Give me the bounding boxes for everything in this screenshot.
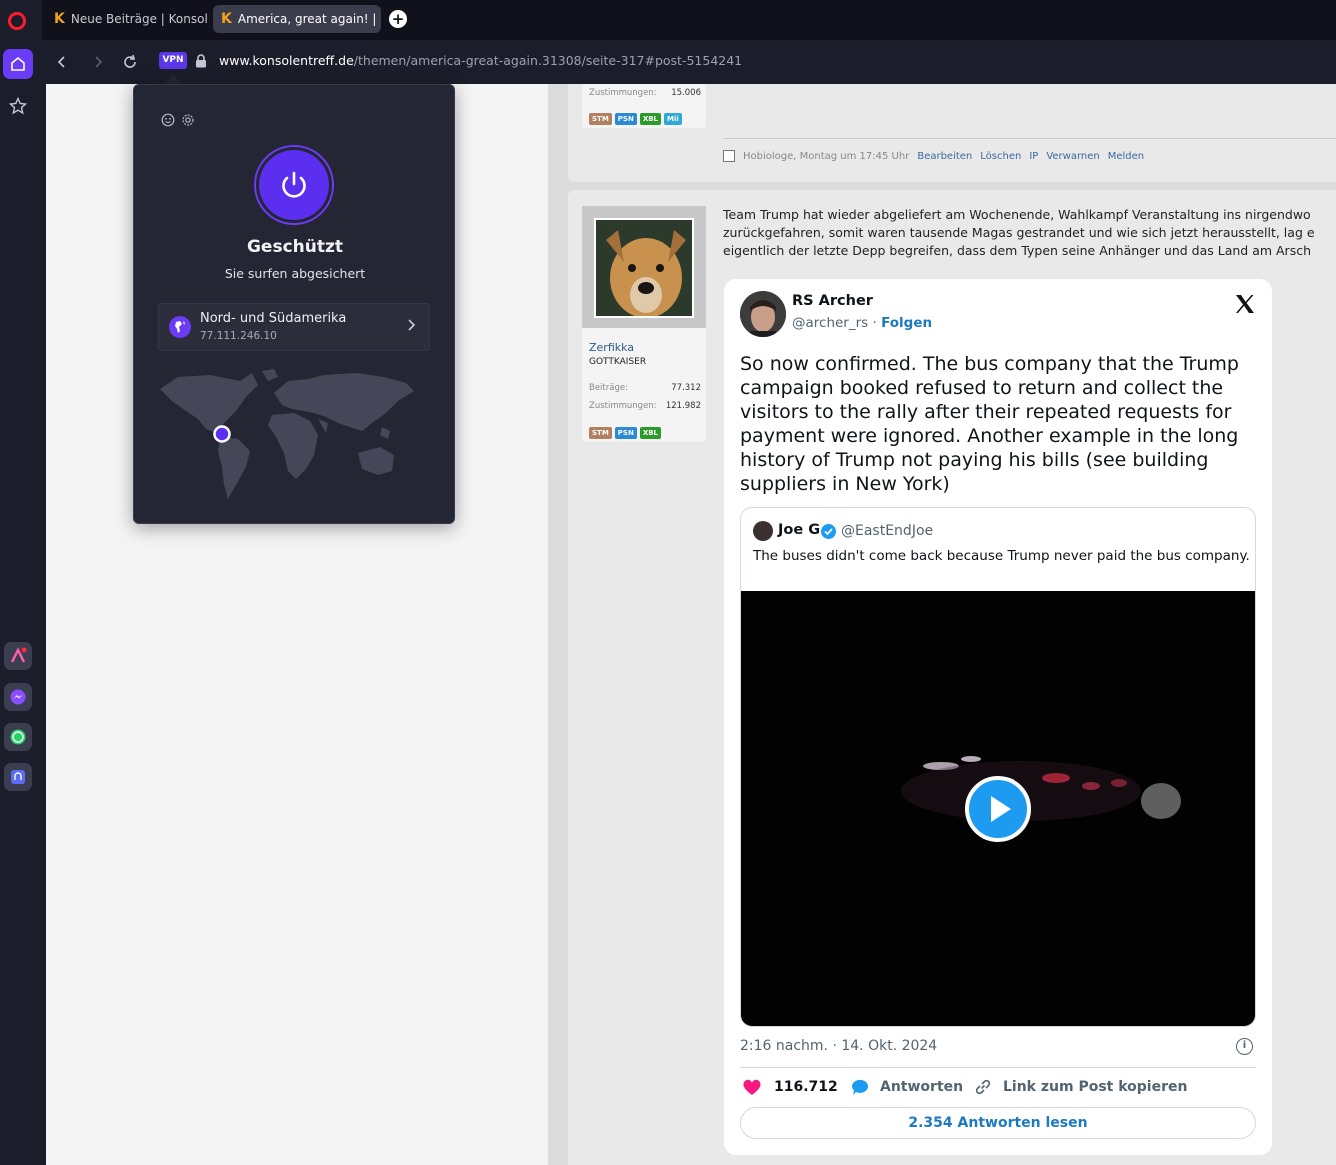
site-favicon: K xyxy=(221,11,232,27)
user-card: Zerfikka GOTTKAISER Beiträge: 77.312 Zust… xyxy=(582,206,706,442)
username[interactable]: Zerfikka xyxy=(589,341,634,354)
forum-post-previous: Zustimmungen: 15.006 STM PSN XBL Mii Hobiolo… xyxy=(568,84,1336,182)
reply-icon xyxy=(851,1079,868,1095)
play-icon[interactable] xyxy=(965,776,1031,842)
quoted-tweet[interactable]: Joe G @EastEndJoe The buses didn't come … xyxy=(740,507,1256,1027)
messenger-icon[interactable] xyxy=(4,683,32,711)
info-icon[interactable]: i xyxy=(1236,1038,1253,1055)
world-map xyxy=(158,367,418,502)
tweet-author-name[interactable]: RS Archer xyxy=(792,293,873,309)
back-button[interactable] xyxy=(52,52,72,72)
reload-button[interactable] xyxy=(120,52,140,72)
gear-icon[interactable] xyxy=(181,112,195,131)
vpn-button[interactable]: VPN xyxy=(159,52,187,69)
user-stat: Zustimmungen: 15.006 xyxy=(589,88,701,98)
vpn-popup: Geschützt Sie surfen abgesichert Nord- u… xyxy=(133,84,455,524)
location-name: Nord- und Südamerika xyxy=(200,311,347,326)
like-button[interactable]: 116.712 xyxy=(742,1078,838,1096)
site-favicon: K xyxy=(54,11,65,27)
quoted-author-name: Joe G xyxy=(778,522,821,538)
follow-button[interactable]: Folgen xyxy=(881,315,932,331)
user-stat-posts: Beiträge: 77.312 xyxy=(589,383,701,393)
tab-title: America, great again! | Ser xyxy=(237,12,381,26)
user-card: Zustimmungen: 15.006 STM PSN XBL Mii xyxy=(582,84,706,128)
tweet-timestamp[interactable]: 2:16 nachm. · 14. Okt. 2024 xyxy=(740,1038,937,1054)
vpn-status: Geschützt xyxy=(246,237,344,257)
badge-psn: PSN xyxy=(614,113,637,125)
quoted-author-handle: @EastEndJoe xyxy=(841,523,934,539)
badge-stm: STM xyxy=(589,427,612,439)
tab-title: Neue Beiträge | Konsolent xyxy=(70,12,208,26)
edit-link[interactable]: Bearbeiten xyxy=(917,151,972,162)
video-player[interactable] xyxy=(741,591,1255,1026)
post-meta: Hobiologe, Montag um 17:45 Uhr xyxy=(743,151,910,162)
copy-link-label: Link zum Post kopieren xyxy=(1003,1079,1188,1095)
vpn-location-selector[interactable]: Nord- und Südamerika 77.111.246.10 xyxy=(158,303,430,351)
star-icon[interactable] xyxy=(6,95,30,117)
aria-icon[interactable] xyxy=(4,642,32,670)
tab-neue-beitraege[interactable]: K Neue Beiträge | Konsolent xyxy=(46,5,208,33)
select-checkbox[interactable] xyxy=(723,150,735,162)
like-count: 116.712 xyxy=(774,1079,838,1095)
post-text: Team Trump hat wieder abgeliefert am Woc… xyxy=(723,207,1315,258)
vpn-subtitle: Sie surfen abgesichert xyxy=(224,266,366,281)
lock-icon[interactable] xyxy=(195,53,207,68)
badge-mii: Mii xyxy=(664,113,682,125)
forward-button[interactable] xyxy=(88,52,108,72)
music-icon[interactable] xyxy=(4,763,32,791)
user-badges: STM PSN XBL xyxy=(589,420,664,439)
warn-link[interactable]: Verwarnen xyxy=(1046,151,1099,162)
tweet-author-handle: @archer_rs · Folgen xyxy=(792,315,933,331)
reply-button[interactable]: Antworten xyxy=(850,1078,963,1096)
browser-sidebar xyxy=(0,0,42,1165)
new-tab-button[interactable]: + xyxy=(389,10,407,28)
badge-stm: STM xyxy=(589,113,612,125)
forum-post: Zerfikka GOTTKAISER Beiträge: 77.312 Zust… xyxy=(568,190,1336,1165)
home-icon[interactable] xyxy=(3,49,33,79)
quoted-text: The buses didn't come back because Trump… xyxy=(753,548,1250,564)
report-link[interactable]: Melden xyxy=(1108,151,1144,162)
chevron-right-icon xyxy=(407,318,417,336)
link-icon xyxy=(975,1079,991,1095)
avatar[interactable] xyxy=(594,218,694,318)
globe-icon xyxy=(169,316,191,338)
tab-bar: K Neue Beiträge | Konsolent K America, g… xyxy=(42,0,1336,40)
quoted-author-avatar[interactable] xyxy=(753,521,773,541)
badge-xbl: XBL xyxy=(639,113,662,125)
embedded-tweet[interactable]: RS Archer @archer_rs · Folgen So now con… xyxy=(724,279,1272,1155)
delete-link[interactable]: Löschen xyxy=(980,151,1021,162)
url-path: /themen/america-great-again.31308/seite-… xyxy=(353,53,743,68)
read-replies-button[interactable]: 2.354 Antworten lesen xyxy=(740,1107,1256,1139)
ip-link[interactable]: IP xyxy=(1029,151,1038,162)
reply-label: Antworten xyxy=(880,1079,964,1095)
address-bar: VPN www.konsolentreff.de/themen/america-… xyxy=(42,40,1336,84)
url-domain: www.konsolentreff.de xyxy=(219,53,354,68)
tweet-author-avatar[interactable] xyxy=(740,291,786,337)
user-title: GOTTKAISER xyxy=(589,357,647,367)
verified-icon xyxy=(821,524,836,539)
heart-icon xyxy=(743,1079,761,1095)
opera-logo[interactable] xyxy=(8,12,26,30)
post-actions: Hobiologe, Montag um 17:45 Uhr Bearbeiten… xyxy=(723,150,1144,162)
copy-link-button[interactable]: Link zum Post kopieren xyxy=(974,1078,1187,1096)
whatsapp-icon[interactable] xyxy=(4,723,32,751)
user-badges: STM PSN XBL Mii xyxy=(589,106,685,125)
location-ip: 77.111.246.10 xyxy=(200,330,277,342)
vpn-power-toggle[interactable] xyxy=(254,145,334,225)
badge-psn: PSN xyxy=(614,427,637,439)
tab-america-great-again[interactable]: K America, great again! | Ser xyxy=(213,5,381,33)
x-logo[interactable] xyxy=(1234,293,1256,315)
tweet-actions: 116.712 Antworten Link zum Post kopieren xyxy=(740,1076,1256,1100)
smiley-icon[interactable] xyxy=(161,112,175,131)
url-field[interactable]: www.konsolentreff.de/themen/america-grea… xyxy=(219,53,742,68)
badge-xbl: XBL xyxy=(639,427,662,439)
power-icon xyxy=(259,150,329,220)
tweet-text: So now confirmed. The bus company that t… xyxy=(740,353,1239,495)
user-stat-likes: Zustimmungen: 121.982 xyxy=(589,401,701,411)
